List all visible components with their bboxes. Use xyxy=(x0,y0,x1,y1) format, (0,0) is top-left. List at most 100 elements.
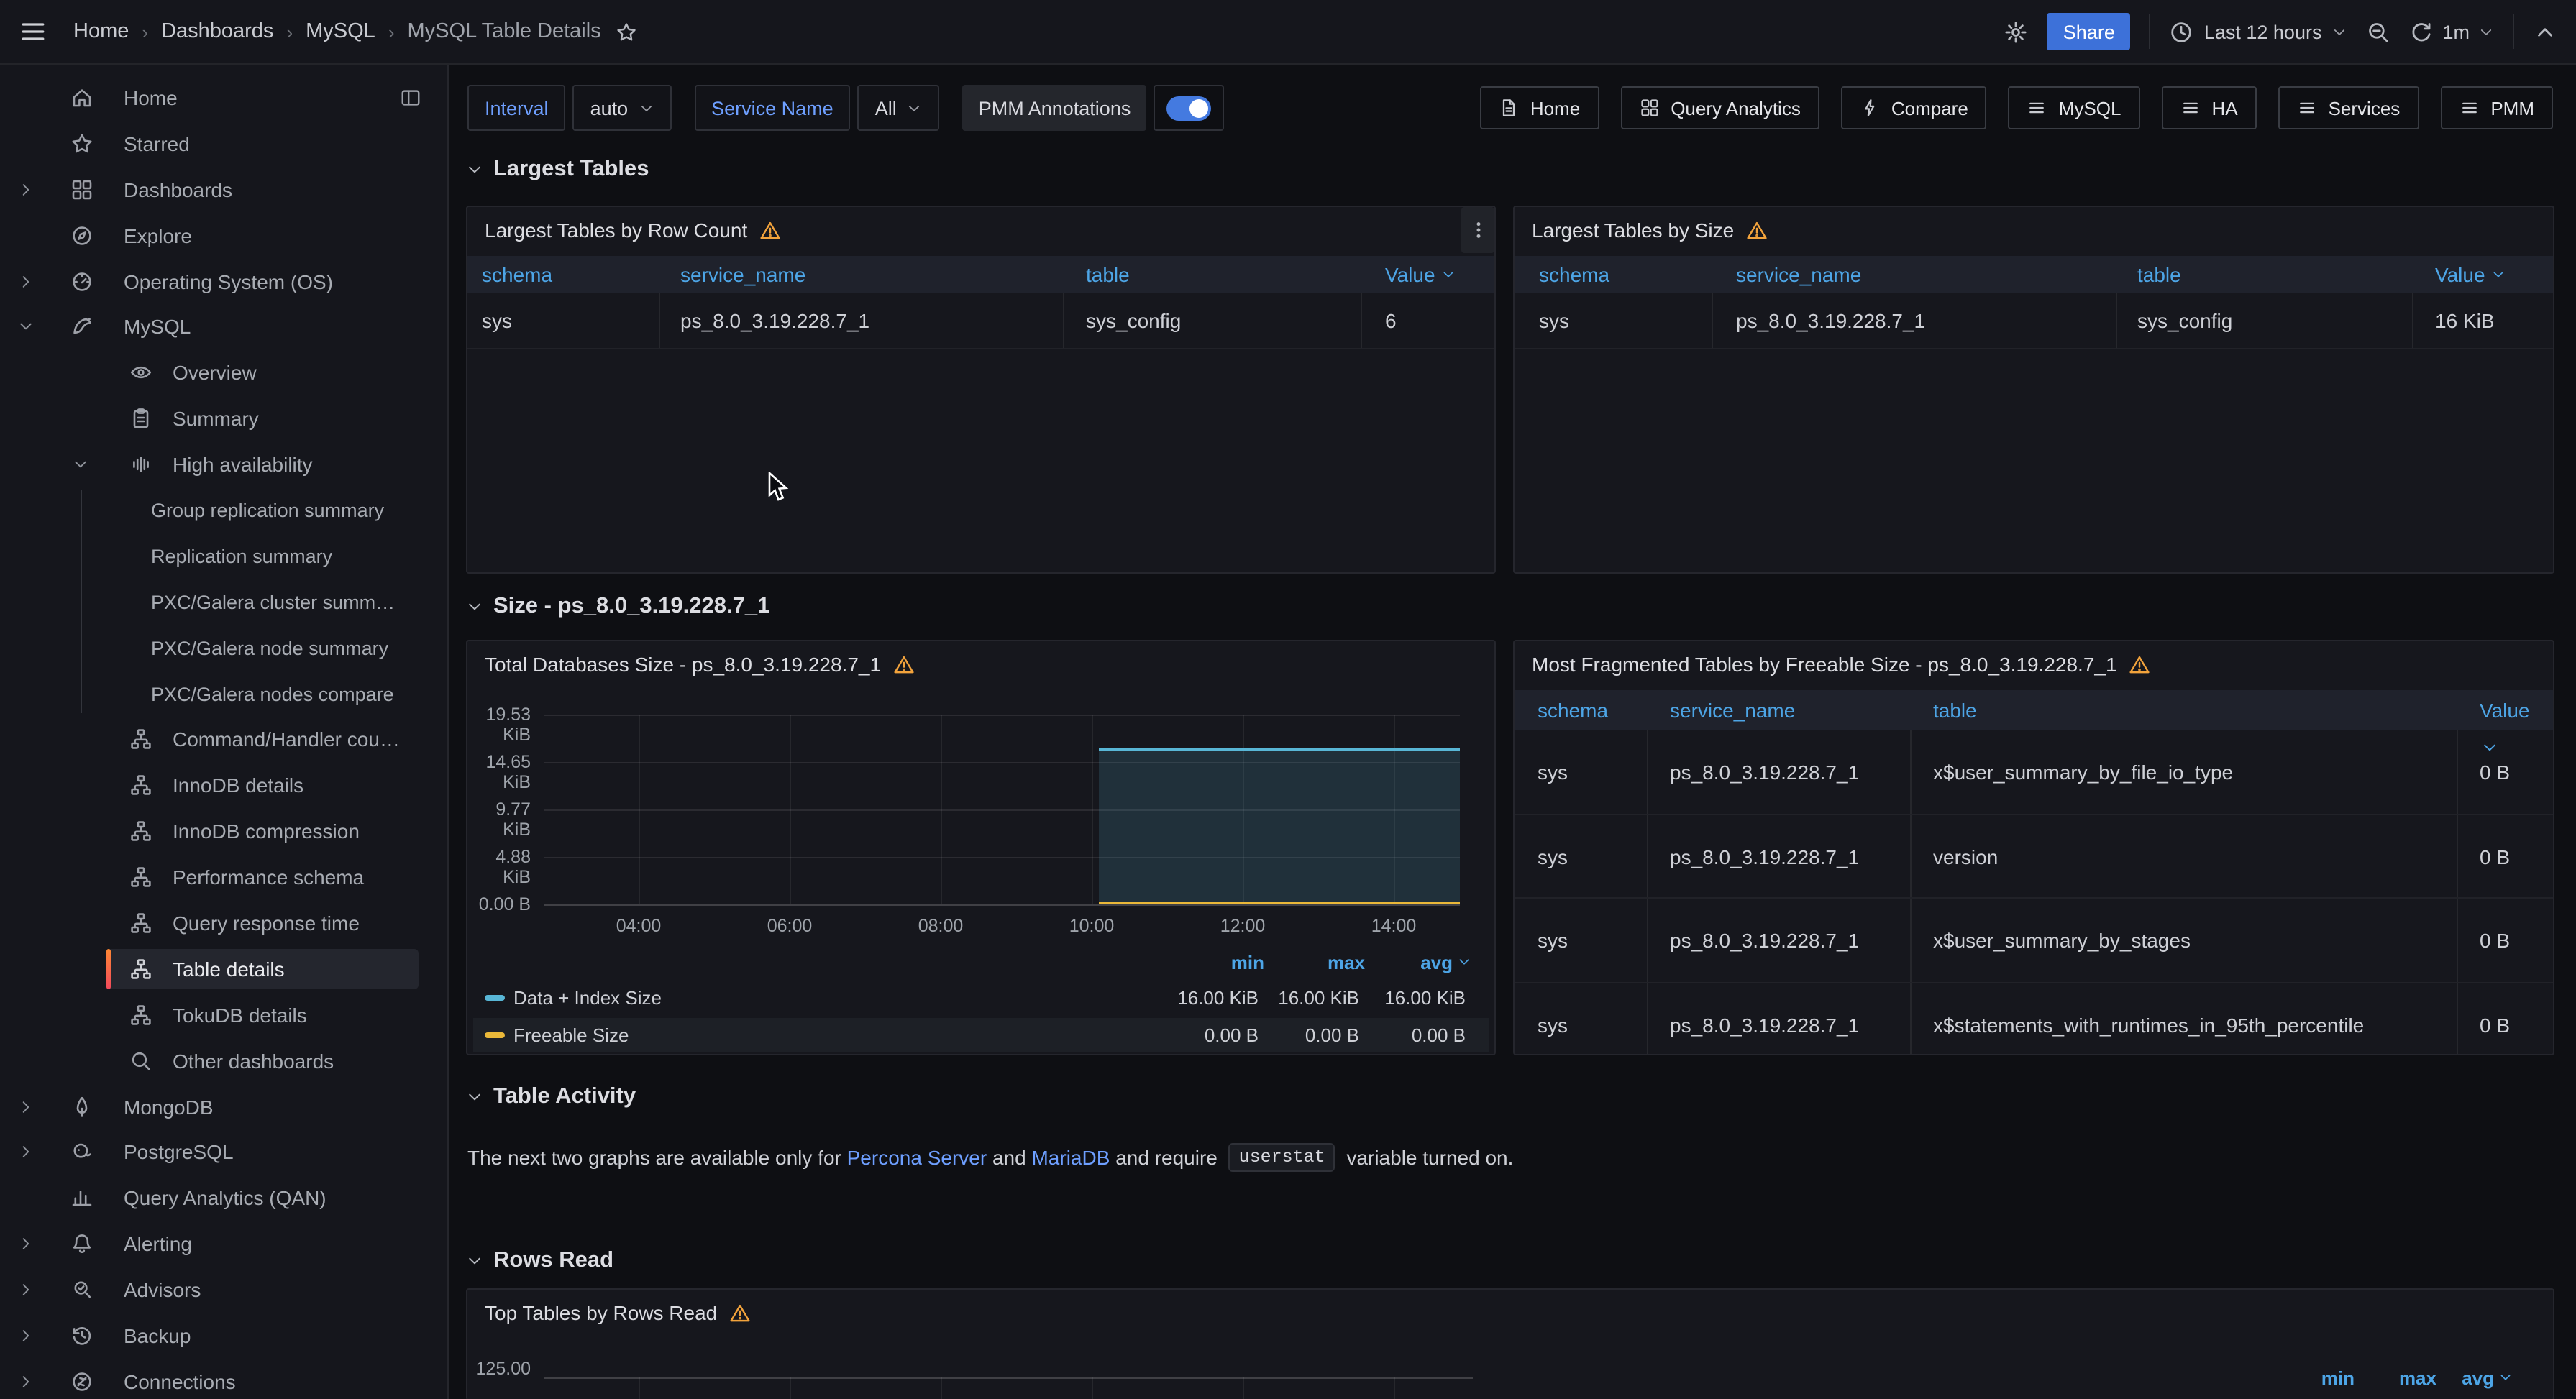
sidebar-item-summary[interactable]: Summary xyxy=(0,395,447,441)
chevron-right-icon[interactable] xyxy=(17,1373,35,1390)
legend-col-max[interactable]: max xyxy=(2370,1367,2436,1389)
sidebar-item-innodb-compression[interactable]: InnoDB compression xyxy=(0,809,447,855)
chevron-right-icon[interactable] xyxy=(17,272,35,290)
sidebar-item-innodb-details[interactable]: InnoDB details xyxy=(0,763,447,809)
sidebar-item-home[interactable]: Home xyxy=(0,75,447,121)
column-header-schema[interactable]: schema xyxy=(1539,263,1609,286)
sidebar-item-mongodb[interactable]: MongoDB xyxy=(0,1083,447,1129)
breadcrumb-item[interactable]: Home xyxy=(73,20,129,43)
table-row[interactable]: sysps_8.0_3.19.228.7_1x$statements_with_… xyxy=(1515,983,2553,1055)
sidebar-item-tokudb-details[interactable]: TokuDB details xyxy=(0,992,447,1038)
sidebar-item-connections[interactable]: Connections xyxy=(0,1359,447,1399)
sidebar-item-query-response-time[interactable]: Query response time xyxy=(0,900,447,946)
breadcrumb-item[interactable]: Dashboards xyxy=(161,20,273,43)
share-button[interactable]: Share xyxy=(2047,13,2131,50)
panel-title[interactable]: Largest Tables by Size xyxy=(1515,207,1767,253)
refresh-picker[interactable]: 1m xyxy=(2409,19,2494,44)
section-size[interactable]: Size - ps_8.0_3.19.228.7_1 xyxy=(466,594,769,620)
sidebar-item-performance-schema[interactable]: Performance schema xyxy=(0,854,447,900)
legend-col-avg[interactable]: avg xyxy=(2447,1367,2513,1389)
link-button-ha[interactable]: HA xyxy=(2161,86,2256,129)
panel-title[interactable]: Most Fragmented Tables by Freeable Size … xyxy=(1515,641,2150,687)
sidebar-item-high-availability[interactable]: High availability xyxy=(0,441,447,487)
column-header-value[interactable]: Value xyxy=(1385,263,1456,286)
dashboard-settings-gear-icon[interactable] xyxy=(2004,19,2029,44)
sidebar-item-replication-summary[interactable]: Replication summary xyxy=(0,533,447,579)
link-button-compare[interactable]: Compare xyxy=(1841,86,1987,129)
chevron-right-icon[interactable] xyxy=(17,1327,35,1344)
column-header-value[interactable]: Value xyxy=(2435,263,2506,286)
zoom-out-icon[interactable] xyxy=(2366,19,2390,44)
favorite-star-icon[interactable] xyxy=(616,21,637,42)
legend-col-min[interactable]: min xyxy=(1164,952,1264,973)
column-header-service_name[interactable]: service_name xyxy=(1736,263,1861,286)
section-largest-tables[interactable]: Largest Tables xyxy=(466,157,649,183)
sidebar-item-pxc-galera-cluster-summ[interactable]: PXC/Galera cluster summ… xyxy=(0,579,447,625)
panel-title[interactable]: Total Databases Size - ps_8.0_3.19.228.7… xyxy=(467,641,914,687)
sidebar-item-advisors[interactable]: Advisors xyxy=(0,1267,447,1313)
section-table-activity[interactable]: Table Activity xyxy=(466,1084,636,1110)
sidebar-item-other-dashboards[interactable]: Other dashboards xyxy=(0,1037,447,1083)
section-rows-read[interactable]: Rows Read xyxy=(466,1248,613,1274)
sidebar-item-group-replication-summary[interactable]: Group replication summary xyxy=(0,487,447,533)
table-row[interactable]: sysps_8.0_3.19.228.7_1version0 B xyxy=(1515,815,2553,899)
sidebar-item-command-handler-cou[interactable]: Command/Handler cou… xyxy=(0,717,447,763)
sidebar-item-dashboards[interactable]: Dashboards xyxy=(0,167,447,213)
sidebar-item-alerting[interactable]: Alerting xyxy=(0,1221,447,1267)
series-name[interactable]: Data + Index Size xyxy=(513,987,662,1009)
time-range-picker[interactable]: Last 12 hours xyxy=(2170,19,2348,44)
legend-col-max[interactable]: max xyxy=(1264,952,1365,973)
panel-title[interactable]: Top Tables by Rows Read xyxy=(467,1290,750,1336)
sidebar-item-pxc-galera-nodes-compare[interactable]: PXC/Galera nodes compare xyxy=(0,671,447,717)
service-name-select[interactable]: All xyxy=(858,85,940,131)
sidebar-item-pxc-galera-node-summary[interactable]: PXC/Galera node summary xyxy=(0,625,447,671)
link-button-home[interactable]: Home xyxy=(1480,86,1599,129)
column-header-table[interactable]: table xyxy=(1086,263,1130,286)
series-name[interactable]: Freeable Size xyxy=(513,1024,629,1045)
sidebar-item-starred[interactable]: Starred xyxy=(0,121,447,167)
link-button-mysql[interactable]: MySQL xyxy=(2009,86,2140,129)
panel-menu-kebab-icon[interactable] xyxy=(1461,207,1494,253)
table-row[interactable]: sysps_8.0_3.19.228.7_1sys_config16 KiB xyxy=(1515,293,2553,349)
sidebar-item-operating-system-os[interactable]: Operating System (OS) xyxy=(0,258,447,304)
percona-server-link[interactable]: Percona Server xyxy=(847,1146,987,1169)
chevron-right-icon[interactable] xyxy=(17,1098,35,1115)
chevron-down-icon[interactable] xyxy=(72,456,89,473)
chevron-right-icon[interactable] xyxy=(17,1144,35,1161)
column-header-value[interactable]: Value xyxy=(2480,699,2530,722)
sidebar-item-table-details[interactable]: Table details xyxy=(0,946,447,992)
column-header-service_name[interactable]: service_name xyxy=(1670,699,1795,722)
table-row[interactable]: sysps_8.0_3.19.228.7_1x$user_summary_by_… xyxy=(1515,899,2553,983)
link-button-pmm[interactable]: PMM xyxy=(2440,86,2553,129)
collapse-caret-up-icon[interactable] xyxy=(2533,19,2557,44)
chevron-right-icon[interactable] xyxy=(17,1281,35,1298)
legend-col-avg[interactable]: avg xyxy=(1371,952,1471,973)
column-header-table[interactable]: table xyxy=(1933,699,1977,722)
interval-select[interactable]: auto xyxy=(573,85,672,131)
breadcrumb-separator: › xyxy=(286,21,293,42)
panel-title[interactable]: Largest Tables by Row Count xyxy=(467,207,780,253)
sidebar-item-backup[interactable]: Backup xyxy=(0,1313,447,1359)
sidebar-item-explore[interactable]: Explore xyxy=(0,212,447,258)
table-row[interactable]: sysps_8.0_3.19.228.7_1x$user_summary_by_… xyxy=(1515,730,2553,815)
mariadb-link[interactable]: MariaDB xyxy=(1031,1146,1110,1169)
link-button-services[interactable]: Services xyxy=(2278,86,2419,129)
sidebar-item-mysql[interactable]: MySQL xyxy=(0,304,447,350)
chevron-down-icon[interactable] xyxy=(17,318,35,336)
legend-col-min[interactable]: min xyxy=(2288,1367,2355,1389)
sidebar-item-overview[interactable]: Overview xyxy=(0,350,447,396)
breadcrumb-item[interactable]: MySQL xyxy=(306,20,375,43)
dock-icon[interactable] xyxy=(400,87,421,109)
chevron-right-icon[interactable] xyxy=(17,180,35,198)
menu-toggle-icon[interactable] xyxy=(19,17,47,46)
chevron-right-icon[interactable] xyxy=(17,1235,35,1252)
sidebar-item-postgresql[interactable]: PostgreSQL xyxy=(0,1129,447,1175)
sidebar-item-query-analytics-qan[interactable]: Query Analytics (QAN) xyxy=(0,1175,447,1221)
pmm-annotations-toggle[interactable] xyxy=(1154,85,1224,131)
column-header-service_name[interactable]: service_name xyxy=(680,263,805,286)
column-header-table[interactable]: table xyxy=(2137,263,2181,286)
column-header-schema[interactable]: schema xyxy=(1538,699,1608,722)
table-row[interactable]: sysps_8.0_3.19.228.7_1sys_config6 xyxy=(467,293,1494,349)
column-header-schema[interactable]: schema xyxy=(482,263,552,286)
link-button-query-analytics[interactable]: Query Analytics xyxy=(1620,86,1819,129)
